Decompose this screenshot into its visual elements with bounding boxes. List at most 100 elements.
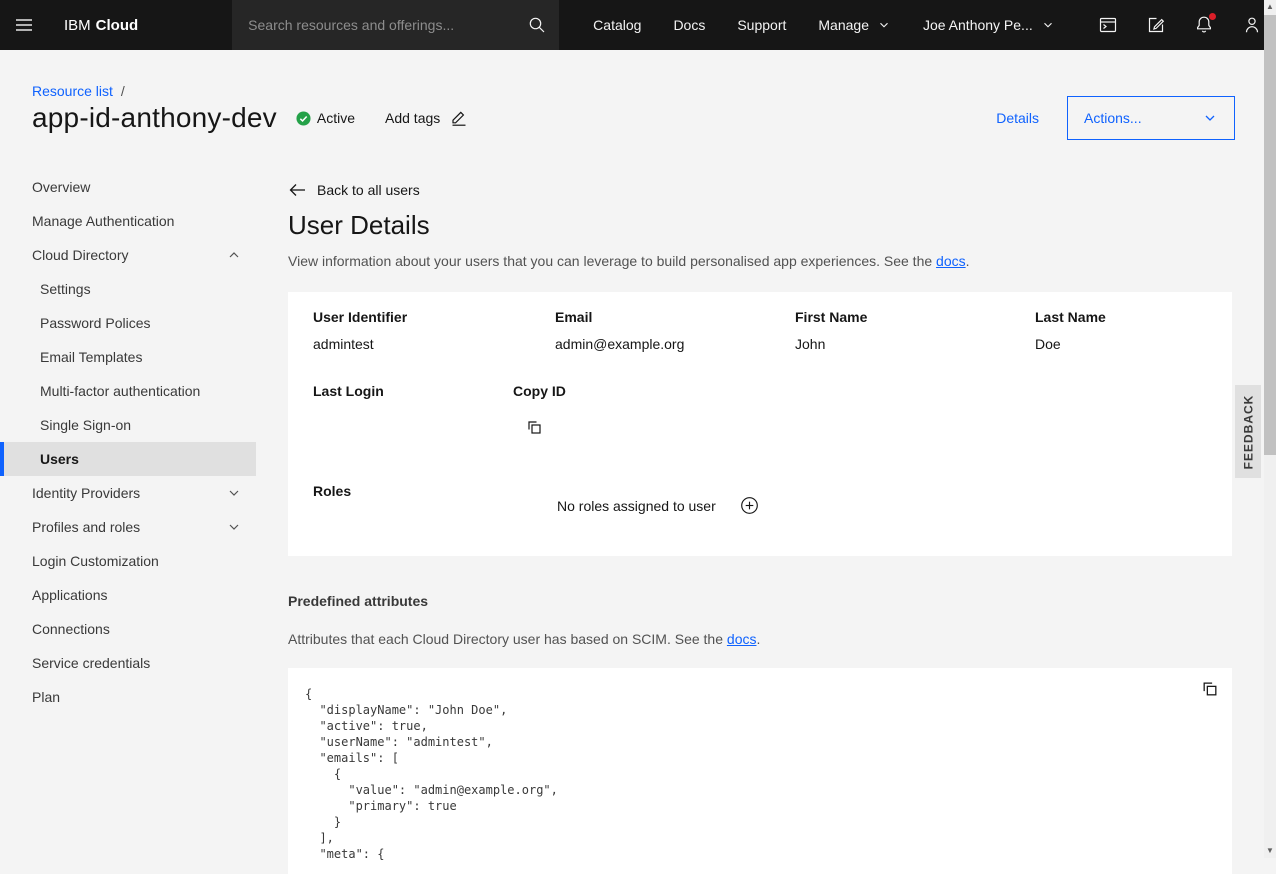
sidebar-item-overview[interactable]: Overview <box>0 170 256 204</box>
field-value-user-identifier: admintest <box>313 336 374 352</box>
sidebar-item-label: Profiles and roles <box>32 519 140 535</box>
feedback-edit-button[interactable] <box>1132 0 1180 50</box>
sidebar-item-label: Applications <box>32 587 108 603</box>
code-line: ], <box>305 830 558 846</box>
user-detail-card: User Identifier Email First Name Last Na… <box>288 292 1232 556</box>
sidebar-item-label: Service credentials <box>32 655 150 671</box>
back-link-label: Back to all users <box>317 182 420 198</box>
side-nav: Overview Manage Authentication Cloud Dir… <box>0 170 256 714</box>
plus-circle-icon <box>740 496 759 515</box>
page-title-row: app-id-anthony-dev Active Add tags Detai… <box>32 96 1235 140</box>
sidebar-item-label: Plan <box>32 689 60 705</box>
top-header: IBM Cloud Catalog Docs Support Manage Jo… <box>0 0 1276 50</box>
search-button[interactable] <box>515 0 559 50</box>
roles-label: Roles <box>313 483 351 499</box>
feedback-label: FEEDBACK <box>1235 385 1261 478</box>
docs-link[interactable]: docs <box>727 631 757 647</box>
field-value-email: admin@example.org <box>555 336 684 352</box>
chevron-down-icon <box>877 18 891 32</box>
terminal-icon <box>1098 15 1118 35</box>
description-text: View information about your users that y… <box>288 253 936 269</box>
account-name-label: Joe Anthony Pe... <box>923 17 1033 33</box>
scrollbar-thumb[interactable] <box>1264 15 1276 455</box>
code-line: "meta": { <box>305 846 558 862</box>
feedback-tab[interactable]: FEEDBACK <box>1235 385 1261 478</box>
status-label: Active <box>317 110 355 126</box>
scrollbar-up-arrow-icon[interactable]: ▲ <box>1264 0 1276 14</box>
sidebar-item-label: Identity Providers <box>32 485 140 501</box>
sidebar-item-label: Manage Authentication <box>32 213 174 229</box>
field-label-last-name: Last Name <box>1035 309 1106 325</box>
nav-catalog-label: Catalog <box>593 17 641 33</box>
chevron-down-icon <box>1041 18 1055 32</box>
scrollbar-down-arrow-icon[interactable]: ▼ <box>1264 844 1276 858</box>
no-roles-text: No roles assigned to user <box>557 498 716 514</box>
sidebar-item-applications[interactable]: Applications <box>0 578 256 612</box>
field-label-email: Email <box>555 309 592 325</box>
sidebar-item-password-polices[interactable]: Password Polices <box>0 306 256 340</box>
search-input[interactable] <box>232 17 515 33</box>
brand-ibm: IBM <box>64 17 91 34</box>
sidebar-item-multi-factor-authentication[interactable]: Multi-factor authentication <box>0 374 256 408</box>
back-to-all-users-link[interactable]: Back to all users <box>288 182 420 198</box>
sidebar-item-email-templates[interactable]: Email Templates <box>0 340 256 374</box>
sidebar-item-label: Multi-factor authentication <box>40 383 200 399</box>
nav-manage[interactable]: Manage <box>802 0 907 50</box>
notification-badge-dot <box>1209 13 1216 20</box>
copy-id-label: Copy ID <box>513 383 566 399</box>
copy-icon <box>1201 680 1219 698</box>
code-line: { <box>305 686 558 702</box>
hamburger-menu-button[interactable] <box>0 0 48 50</box>
sidebar-item-label: Overview <box>32 179 90 195</box>
avatar-icon <box>1242 15 1262 35</box>
code-line: } <box>305 814 558 830</box>
vertical-scrollbar[interactable]: ▲ ▼ <box>1264 0 1276 858</box>
copy-id-button[interactable] <box>526 419 543 436</box>
code-line: { <box>305 766 558 782</box>
ibm-cloud-logo[interactable]: IBM Cloud <box>48 0 146 50</box>
sidebar-item-service-credentials[interactable]: Service credentials <box>0 646 256 680</box>
sidebar-item-single-sign-on[interactable]: Single Sign-on <box>0 408 256 442</box>
add-tags-button[interactable]: Add tags <box>385 109 468 127</box>
chevron-down-icon <box>226 485 242 501</box>
sidebar-item-manage-authentication[interactable]: Manage Authentication <box>0 204 256 238</box>
search-icon <box>528 16 546 34</box>
sidebar-item-cloud-directory[interactable]: Cloud Directory <box>0 238 256 272</box>
chevron-down-icon <box>1202 110 1218 126</box>
copy-code-button[interactable] <box>1201 680 1219 698</box>
sidebar-item-label: Connections <box>32 621 110 637</box>
code-line: "userName": "admintest", <box>305 734 558 750</box>
code-line: "displayName": "John Doe", <box>305 702 558 718</box>
chevron-down-icon <box>226 519 242 535</box>
scim-json-code-block: { "displayName": "John Doe", "active": t… <box>288 668 1232 874</box>
description-period: . <box>756 631 760 647</box>
add-role-button[interactable] <box>740 496 759 515</box>
sidebar-item-identity-providers[interactable]: Identity Providers <box>0 476 256 510</box>
nav-docs[interactable]: Docs <box>657 0 721 50</box>
edit-square-icon <box>1146 15 1166 35</box>
docs-link[interactable]: docs <box>936 253 966 269</box>
sidebar-item-settings[interactable]: Settings <box>0 272 256 306</box>
actions-dropdown[interactable]: Actions... <box>1067 96 1235 140</box>
field-value-last-name: Doe <box>1035 336 1061 352</box>
nav-manage-label: Manage <box>818 17 869 33</box>
code-line: "primary": true <box>305 798 558 814</box>
notifications-button[interactable] <box>1180 0 1228 50</box>
field-label-user-identifier: User Identifier <box>313 309 407 325</box>
add-tags-label: Add tags <box>385 110 440 126</box>
sidebar-item-connections[interactable]: Connections <box>0 612 256 646</box>
details-link[interactable]: Details <box>996 110 1039 126</box>
sidebar-item-label: Email Templates <box>40 349 142 365</box>
cloud-shell-button[interactable] <box>1084 0 1132 50</box>
arrow-left-icon <box>288 182 306 198</box>
sidebar-item-login-customization[interactable]: Login Customization <box>0 544 256 578</box>
sidebar-item-profiles-and-roles[interactable]: Profiles and roles <box>0 510 256 544</box>
header-nav: Catalog Docs Support Manage Joe Anthony … <box>577 0 1071 50</box>
sidebar-item-users[interactable]: Users <box>0 442 256 476</box>
nav-support[interactable]: Support <box>721 0 802 50</box>
user-details-description: View information about your users that y… <box>288 253 970 269</box>
sidebar-item-label: Cloud Directory <box>32 247 128 263</box>
sidebar-item-plan[interactable]: Plan <box>0 680 256 714</box>
nav-catalog[interactable]: Catalog <box>577 0 657 50</box>
nav-account[interactable]: Joe Anthony Pe... <box>907 0 1071 50</box>
